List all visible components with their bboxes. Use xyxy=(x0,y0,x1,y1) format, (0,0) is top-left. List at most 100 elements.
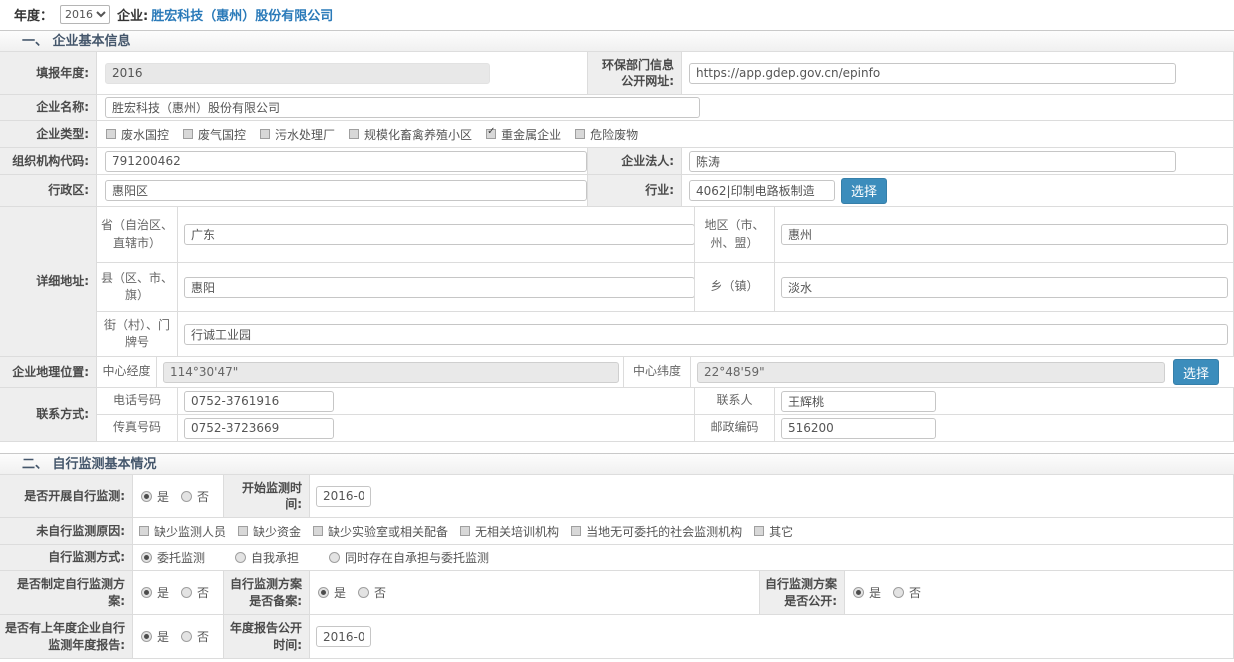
type-checkbox-livestock[interactable] xyxy=(349,129,359,139)
report-year-input[interactable] xyxy=(105,63,490,84)
reason-checkbox-no-training[interactable] xyxy=(460,526,470,536)
row-company-type: 企业类型: 废水国控 废气国控 污水处理厂 规模化畜禽养殖小区 重金属企业 危险… xyxy=(0,121,1234,148)
address-subrow-county: 县（区、市、旗） 乡（镇） xyxy=(97,263,1234,312)
report-radio-no[interactable] xyxy=(181,631,192,642)
reason-option: 缺少资金 xyxy=(238,523,301,540)
district-label: 行政区: xyxy=(0,175,97,206)
geo-label: 企业地理位置: xyxy=(0,357,97,387)
reason-checkbox-no-funds[interactable] xyxy=(238,526,248,536)
report-option-yes: 是 xyxy=(141,628,169,645)
method-radio-self[interactable] xyxy=(235,552,246,563)
public-radio-no[interactable] xyxy=(893,587,904,598)
company-name-label: 企业名称: xyxy=(0,95,97,120)
row-carry-out: 是否开展自行监测: 是 否 开始监测时间: xyxy=(0,475,1234,518)
address-subrow-street: 街（村）、门牌号 xyxy=(97,312,1234,356)
type-checkbox-label: 规模化畜禽养殖小区 xyxy=(364,126,472,143)
phone-input[interactable] xyxy=(184,391,334,412)
public-radio-yes[interactable] xyxy=(853,587,864,598)
plan-option-no: 否 xyxy=(181,584,209,601)
province-label: 省（自治区、直辖市） xyxy=(97,207,178,262)
plan-filed-label: 自行监测方案是否备案: xyxy=(224,571,310,614)
has-report-options: 是 否 xyxy=(133,615,224,658)
report-radio-yes[interactable] xyxy=(141,631,152,642)
region-input[interactable] xyxy=(781,224,1228,245)
type-checkbox-hazardous-waste[interactable] xyxy=(575,129,585,139)
type-checkbox-label: 废水国控 xyxy=(121,126,169,143)
epinfo-label: 环保部门信息公开网址: xyxy=(588,52,682,94)
longitude-input[interactable] xyxy=(163,362,619,383)
town-input[interactable] xyxy=(781,277,1228,298)
start-time-cell xyxy=(310,475,1234,517)
contact-person-input[interactable] xyxy=(781,391,936,412)
plan-radio-yes[interactable] xyxy=(141,587,152,598)
year-select[interactable]: 2016 xyxy=(60,5,110,24)
org-code-label: 组织机构代码: xyxy=(0,148,97,174)
carry-radio-label: 否 xyxy=(197,488,209,505)
latitude-label: 中心纬度 xyxy=(624,357,691,387)
method-radio-both[interactable] xyxy=(329,552,340,563)
start-time-input[interactable] xyxy=(316,486,371,507)
company-type-label: 企业类型: xyxy=(0,121,97,147)
geo-select-button[interactable]: 选择 xyxy=(1173,359,1219,385)
fax-label: 传真号码 xyxy=(97,415,178,441)
reason-option: 缺少监测人员 xyxy=(139,523,226,540)
org-code-input[interactable] xyxy=(105,151,587,172)
industry-input[interactable] xyxy=(689,180,835,201)
filed-radio-yes[interactable] xyxy=(318,587,329,598)
reason-checkbox-label: 当地无可委托的社会监测机构 xyxy=(586,523,742,540)
monitor-method-label: 自行监测方式: xyxy=(0,545,133,570)
report-radio-label: 否 xyxy=(197,628,209,645)
method-radio-entrusted[interactable] xyxy=(141,552,152,563)
reason-checkbox-no-lab[interactable] xyxy=(313,526,323,536)
carry-out-options: 是 否 xyxy=(133,475,224,517)
report-time-input[interactable] xyxy=(316,626,371,647)
reason-checkbox-no-agency[interactable] xyxy=(571,526,581,536)
type-checkbox-heavy-metal[interactable] xyxy=(486,129,496,139)
carry-out-label: 是否开展自行监测: xyxy=(0,475,133,517)
public-radio-label: 是 xyxy=(869,584,881,601)
type-option: 规模化畜禽养殖小区 xyxy=(349,126,472,143)
region-cell xyxy=(775,207,1234,262)
reason-checkbox-no-staff[interactable] xyxy=(139,526,149,536)
type-checkbox-label: 污水处理厂 xyxy=(275,126,335,143)
method-radio-label: 同时存在自承担与委托监测 xyxy=(345,549,489,566)
contact-person-label: 联系人 xyxy=(695,388,775,414)
province-input[interactable] xyxy=(184,224,695,245)
reason-checkbox-label: 其它 xyxy=(769,523,793,540)
section1-header: 一、 企业基本信息 xyxy=(0,30,1234,52)
method-option-self: 自我承担 xyxy=(235,549,299,566)
industry-select-button[interactable]: 选择 xyxy=(841,178,887,204)
section1-table: 填报年度: 环保部门信息公开网址: 企业名称: 企业类型: 废水国控 废气国控 … xyxy=(0,52,1234,442)
contact-subrow-phone: 电话号码 联系人 xyxy=(97,388,1234,415)
row-district: 行政区: 行业: 选择 xyxy=(0,175,1234,207)
county-input[interactable] xyxy=(184,277,695,298)
postcode-input[interactable] xyxy=(781,418,936,439)
legal-person-label: 企业法人: xyxy=(588,148,682,174)
fax-input[interactable] xyxy=(184,418,334,439)
postcode-label: 邮政编码 xyxy=(695,415,775,441)
row-contact: 联系方式: 电话号码 联系人 传真号码 邮政编码 xyxy=(0,388,1234,442)
epinfo-input[interactable] xyxy=(689,63,1176,84)
latitude-input[interactable] xyxy=(697,362,1165,383)
legal-person-input[interactable] xyxy=(689,151,1176,172)
phone-label: 电话号码 xyxy=(97,388,178,414)
reason-checkbox-other[interactable] xyxy=(754,526,764,536)
carry-radio-no[interactable] xyxy=(181,491,192,502)
type-checkbox-wastewater[interactable] xyxy=(106,129,116,139)
carry-radio-yes[interactable] xyxy=(141,491,152,502)
type-checkbox-sewage-plant[interactable] xyxy=(260,129,270,139)
district-input[interactable] xyxy=(105,180,587,201)
row-org-code: 组织机构代码: 企业法人: xyxy=(0,148,1234,175)
plan-radio-no[interactable] xyxy=(181,587,192,598)
street-input[interactable] xyxy=(184,324,1228,345)
row-geo-position: 企业地理位置: 中心经度 中心纬度 选择 xyxy=(0,357,1234,388)
type-checkbox-wastegas[interactable] xyxy=(183,129,193,139)
filed-radio-label: 否 xyxy=(374,584,386,601)
filed-radio-no[interactable] xyxy=(358,587,369,598)
company-label: 企业: xyxy=(117,5,148,24)
top-bar: 年度： 2016 企业: 胜宏科技（惠州）股份有限公司 xyxy=(0,0,1234,30)
filed-radio-label: 是 xyxy=(334,584,346,601)
company-name-input[interactable] xyxy=(105,97,700,118)
fax-cell xyxy=(178,415,695,441)
company-name-link[interactable]: 胜宏科技（惠州）股份有限公司 xyxy=(151,5,333,24)
